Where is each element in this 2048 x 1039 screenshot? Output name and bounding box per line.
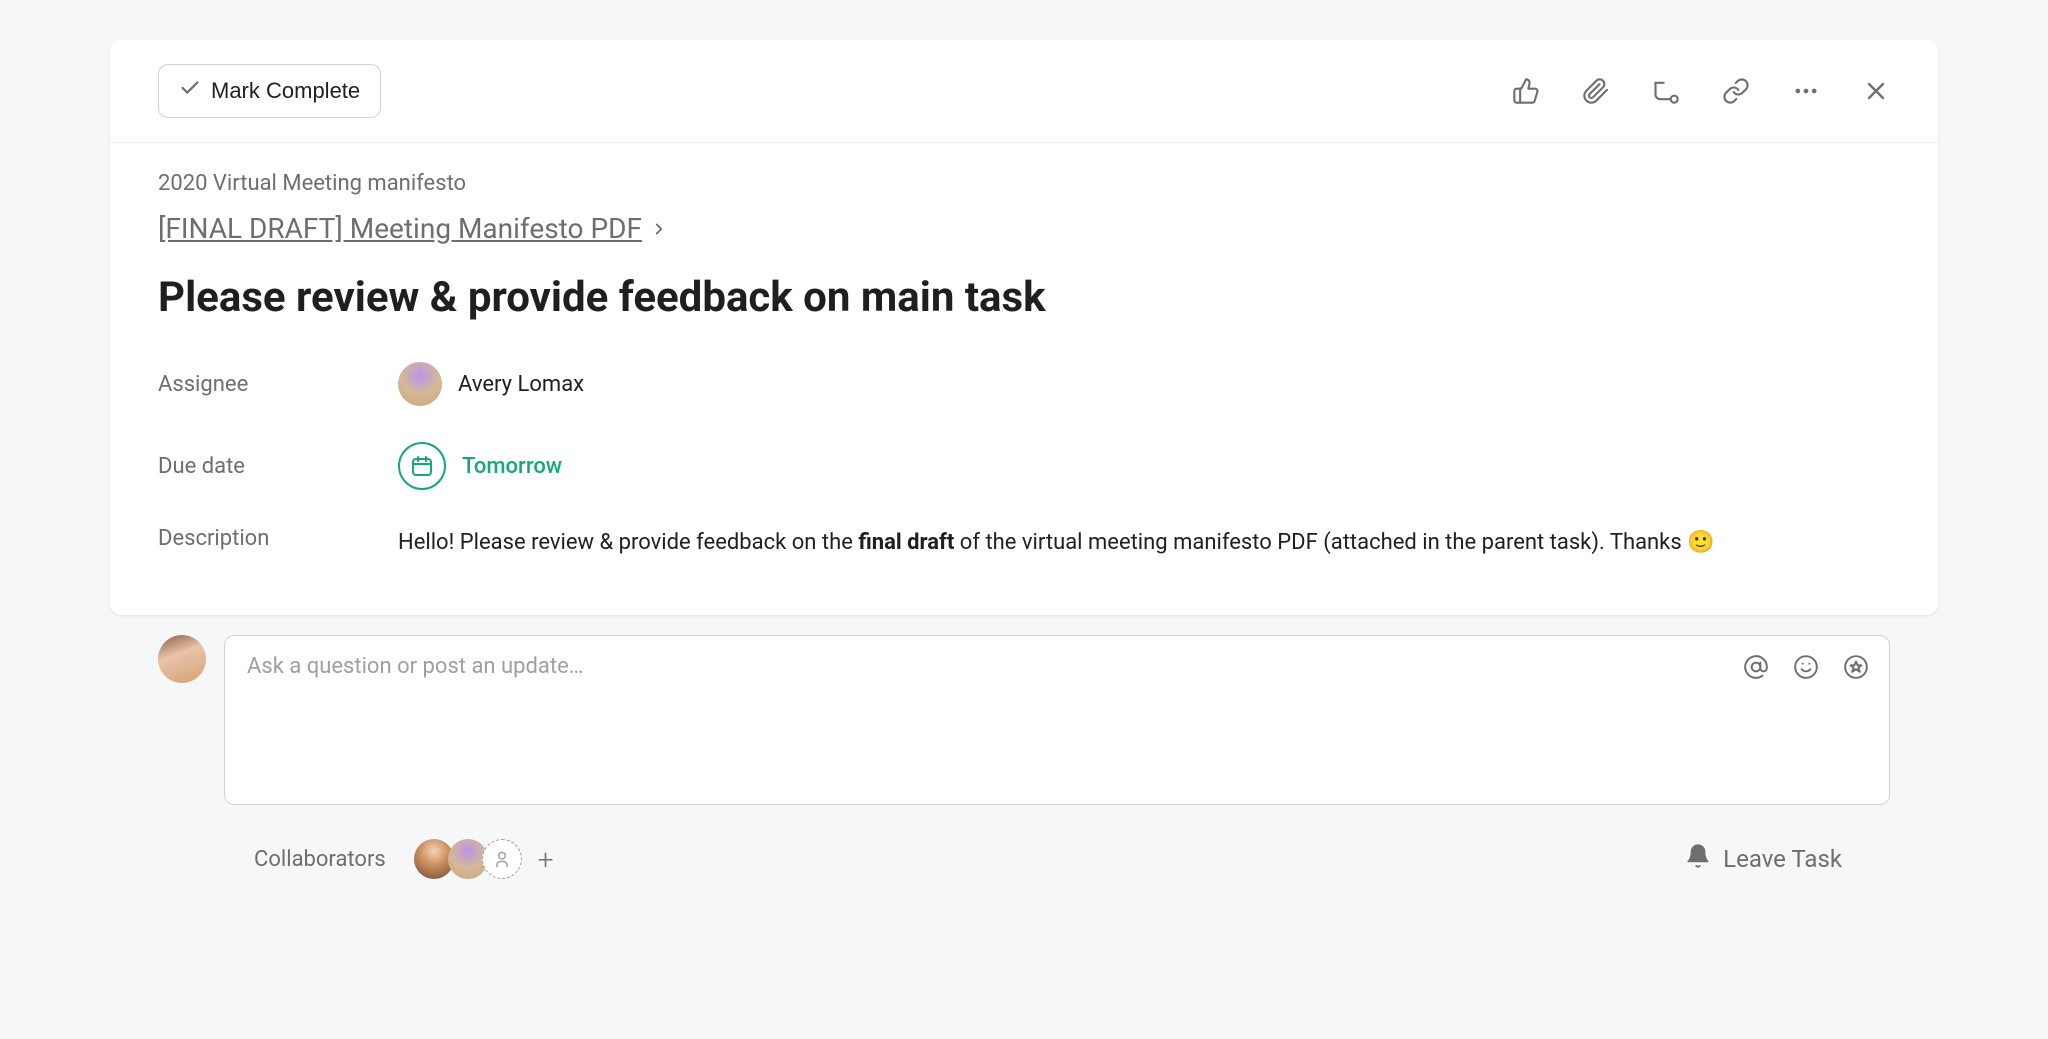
footer-row: Collaborators + Leave Task (158, 805, 1890, 879)
comment-box[interactable] (224, 635, 1890, 805)
parent-task-label: [FINAL DRAFT] Meeting Manifesto PDF (158, 212, 642, 245)
task-toolbar: Mark Complete (110, 40, 1938, 143)
due-date-label: Due date (158, 454, 398, 479)
due-date-row: Due date Tomorrow (158, 442, 1890, 490)
desc-part-1: Hello! Please review & provide feedback … (398, 530, 858, 555)
parent-task-link[interactable]: [FINAL DRAFT] Meeting Manifesto PDF (158, 212, 668, 245)
due-date-value[interactable]: Tomorrow (398, 442, 562, 490)
add-collaborator-placeholder[interactable] (482, 839, 522, 879)
collaborator-avatars: + (414, 839, 554, 879)
due-date-text: Tomorrow (462, 454, 562, 479)
chevron-right-icon (650, 212, 668, 245)
comment-input[interactable] (247, 654, 1867, 704)
collaborators-label: Collaborators (254, 847, 386, 872)
bell-icon (1685, 843, 1711, 875)
toolbar-actions (1512, 77, 1890, 105)
leave-task-button[interactable]: Leave Task (1685, 843, 1842, 875)
assignee-avatar (398, 362, 442, 406)
mark-complete-button[interactable]: Mark Complete (158, 64, 381, 118)
add-collaborator-button[interactable]: + (538, 843, 554, 876)
subtask-button[interactable] (1652, 77, 1680, 105)
comment-row (158, 635, 1890, 805)
desc-bold: final draft (858, 530, 954, 555)
current-user-avatar (158, 635, 206, 683)
appreciation-button[interactable] (1843, 654, 1869, 680)
emoji-button[interactable] (1793, 654, 1819, 680)
mention-button[interactable] (1743, 654, 1769, 680)
more-actions-button[interactable] (1792, 77, 1820, 105)
assignee-row: Assignee Avery Lomax (158, 362, 1890, 406)
desc-part-2: of the virtual meeting manifesto PDF (at… (954, 530, 1714, 555)
task-body: 2020 Virtual Meeting manifesto [FINAL DR… (110, 143, 1938, 615)
task-title[interactable]: Please review & provide feedback on main… (158, 273, 1890, 322)
description-label: Description (158, 526, 398, 551)
attachment-button[interactable] (1582, 77, 1610, 105)
task-pane: Mark Complete (110, 40, 1938, 615)
leave-task-label: Leave Task (1723, 845, 1842, 873)
description-text[interactable]: Hello! Please review & provide feedback … (398, 526, 1890, 559)
close-button[interactable] (1862, 77, 1890, 105)
assignee-name: Avery Lomax (458, 372, 584, 397)
comment-icons (1743, 654, 1869, 680)
copy-link-button[interactable] (1722, 77, 1750, 105)
assignee-value[interactable]: Avery Lomax (398, 362, 584, 406)
project-breadcrumb[interactable]: 2020 Virtual Meeting manifesto (158, 171, 1890, 196)
collaborators: Collaborators + (254, 839, 554, 879)
description-row: Description Hello! Please review & provi… (158, 526, 1890, 559)
assignee-label: Assignee (158, 372, 398, 397)
calendar-icon (398, 442, 446, 490)
comment-section: Collaborators + Leave Task (110, 615, 1938, 879)
check-icon (179, 77, 201, 105)
mark-complete-label: Mark Complete (211, 78, 360, 104)
like-button[interactable] (1512, 77, 1540, 105)
